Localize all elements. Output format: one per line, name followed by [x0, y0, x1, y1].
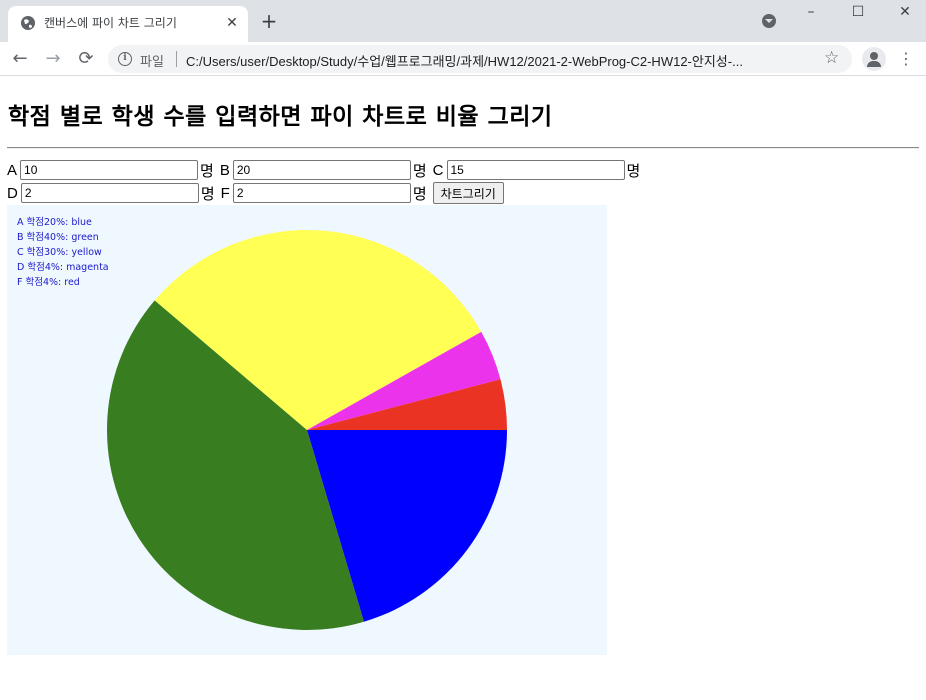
reload-icon[interactable]: ⟳ [74, 48, 98, 72]
globe-icon [21, 16, 35, 30]
draw-chart-button[interactable]: 차트그리기 [432, 182, 504, 204]
more-menu-icon[interactable]: ⋮ [898, 48, 914, 70]
info-icon[interactable]: i [118, 52, 132, 66]
grade-a-unit: 명 [200, 162, 214, 180]
grade-a-label: A [7, 161, 18, 179]
grade-d-input[interactable] [20, 183, 199, 203]
page-content: 학점 별로 학생 수를 입력하면 파이 차트로 비율 그리기 A 명 B 명 C… [0, 77, 926, 700]
address-separator [176, 51, 177, 67]
legend-item-f: F 학점4%: red [17, 277, 80, 288]
grade-d-unit: 명 [200, 185, 215, 203]
tab-close-icon[interactable]: ✕ [224, 15, 240, 31]
grade-a-input[interactable] [20, 160, 199, 180]
grade-d-label: D [7, 184, 18, 202]
grade-f-label: F [220, 184, 230, 202]
tab-search-icon[interactable] [762, 14, 776, 28]
legend-item-c: C 학점30%: yellow [17, 247, 102, 258]
maximize-icon[interactable]: ☐ [835, 0, 881, 30]
legend-item-a: A 학점20%: blue [17, 217, 92, 228]
legend-item-d: D 학점4%: magenta [17, 262, 109, 273]
grade-c-input[interactable] [446, 160, 625, 180]
grade-c-unit: 명 [626, 162, 641, 180]
horizontal-rule [7, 147, 919, 149]
grade-f-input[interactable] [232, 183, 411, 203]
address-scheme-label: 파일 [140, 55, 164, 70]
bookmark-star-icon[interactable]: ☆ [824, 48, 839, 68]
new-tab-icon[interactable]: + [258, 11, 280, 33]
legend-item-b: B 학점40%: green [17, 232, 99, 243]
grade-c-label: C [432, 161, 444, 179]
pie-chart-canvas: A 학점20%: blue B 학점40%: green C 학점30%: ye… [7, 205, 607, 655]
address-bar[interactable]: i 파일 C:/Users/user/Desktop/Study/수업/웹프로그… [108, 45, 852, 73]
minimize-icon[interactable]: – [788, 0, 834, 30]
grade-row-2: D 명 F 명 차트그리기 [7, 182, 504, 204]
grade-b-label: B [219, 161, 230, 179]
page-title: 학점 별로 학생 수를 입력하면 파이 차트로 비율 그리기 [8, 104, 553, 130]
tab-strip: 캔버스에 파이 차트 그리기 ✕ + – ☐ ✕ [0, 0, 926, 42]
chart-legend: A 학점20%: blue B 학점40%: green C 학점30%: ye… [17, 215, 109, 290]
browser-tab[interactable]: 캔버스에 파이 차트 그리기 ✕ [8, 6, 248, 42]
grade-f-unit: 명 [412, 185, 427, 203]
grade-b-unit: 명 [412, 162, 427, 180]
browser-toolbar: ← → ⟳ i 파일 C:/Users/user/Desktop/Study/수… [0, 42, 926, 76]
forward-icon[interactable]: → [41, 48, 65, 72]
grade-row-1: A 명 B 명 C 명 [7, 159, 646, 181]
back-icon[interactable]: ← [8, 48, 32, 72]
profile-avatar-icon[interactable] [862, 47, 886, 71]
tab-title: 캔버스에 파이 차트 그리기 [44, 16, 177, 30]
window-close-icon[interactable]: ✕ [882, 0, 926, 30]
address-url[interactable]: C:/Users/user/Desktop/Study/수업/웹프로그래밍/과제… [186, 51, 816, 70]
grade-b-input[interactable] [232, 160, 411, 180]
